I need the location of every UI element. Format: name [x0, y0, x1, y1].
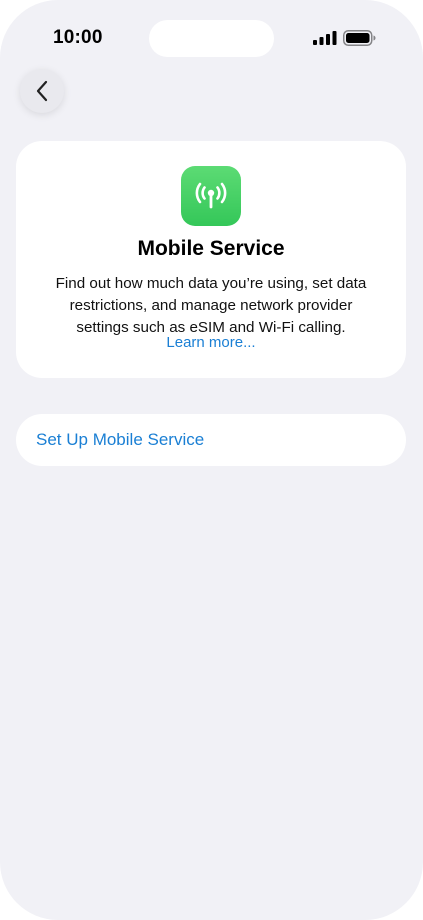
setup-mobile-service-label: Set Up Mobile Service — [36, 430, 205, 449]
status-bar: 10:00 — [0, 0, 423, 78]
status-time: 10:00 — [53, 27, 103, 48]
description-text: Find out how much data you’re using, set… — [55, 275, 367, 336]
back-button[interactable] — [20, 69, 64, 113]
mobile-service-info-card: Mobile Service Find out how much data yo… — [16, 141, 406, 378]
antenna-glyph — [195, 182, 227, 209]
cellular-signal-icon — [313, 31, 337, 45]
phone-screen: 10:00 Mobile Service Find out how much d… — [0, 0, 423, 920]
dynamic-island — [149, 20, 274, 57]
antenna-icon — [181, 166, 241, 226]
learn-more-link[interactable]: Learn more... — [16, 334, 406, 351]
battery-icon — [343, 30, 376, 46]
setup-mobile-service-button[interactable]: Set Up Mobile Service — [16, 414, 406, 466]
chevron-left-icon — [36, 80, 48, 102]
page-title: Mobile Service — [137, 237, 285, 260]
